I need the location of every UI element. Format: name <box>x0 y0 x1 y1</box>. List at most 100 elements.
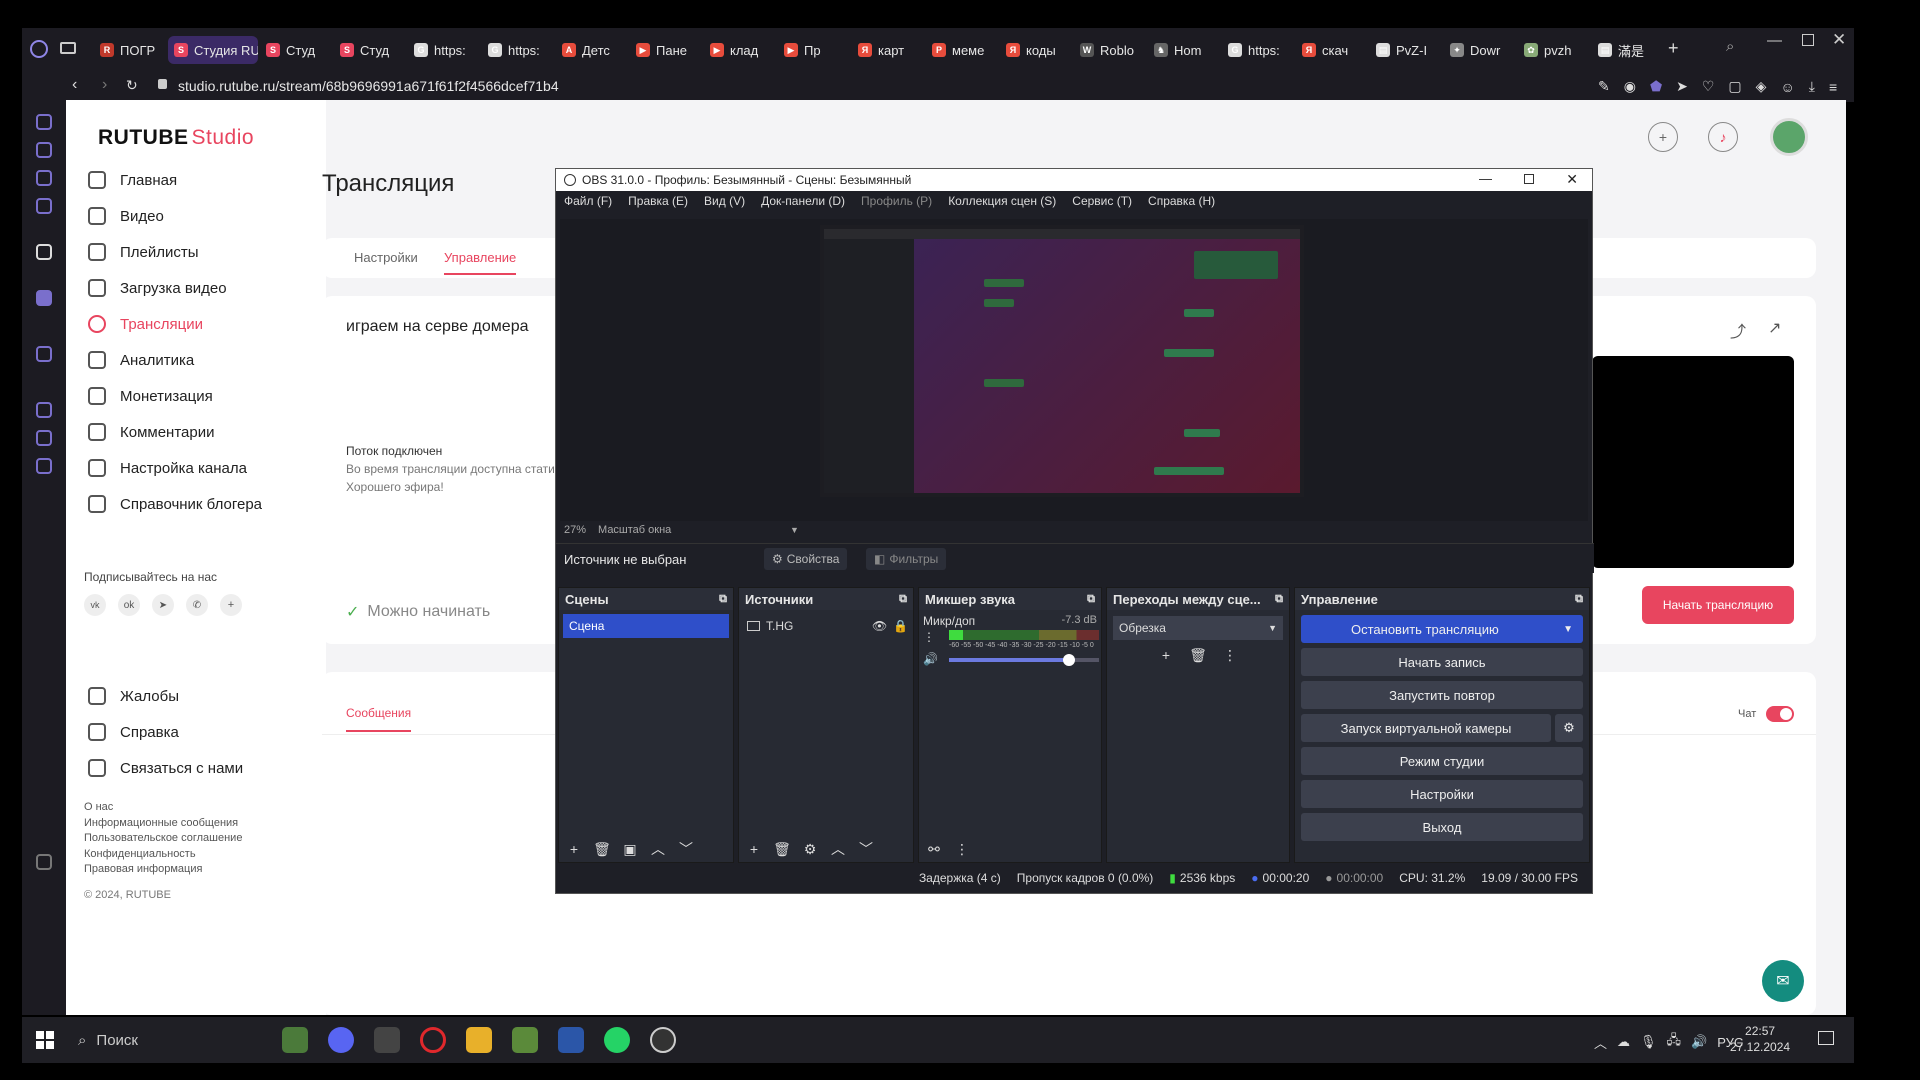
sidebar-aria-icon[interactable] <box>36 244 52 260</box>
start-recording-button[interactable]: Начать запись <box>1301 648 1583 676</box>
browser-tab[interactable]: Ghttps: <box>1222 36 1294 64</box>
open-external-icon[interactable]: ↗ <box>1768 318 1781 338</box>
chevron-down-icon[interactable]: ﹀ <box>677 840 695 858</box>
obs-menu-item[interactable]: Профиль (P) <box>861 194 932 208</box>
volume-slider[interactable] <box>949 654 1099 666</box>
tab-menu-icon[interactable] <box>60 42 76 54</box>
rutube-logo[interactable]: RUTUBE Studio <box>98 126 254 150</box>
obs-menu-item[interactable]: Справка (H) <box>1148 194 1215 208</box>
trash-icon[interactable]: 🗑 <box>1189 646 1207 664</box>
opera-logo-icon[interactable] <box>30 40 48 58</box>
block-game-icon[interactable] <box>512 1027 538 1053</box>
chevron-up-icon[interactable]: ︿ <box>1594 1033 1607 1052</box>
viber-icon[interactable]: ✆ <box>186 594 208 616</box>
sidebar-monitor-icon[interactable] <box>36 170 52 186</box>
support-chat-button[interactable]: ✉ <box>1762 960 1804 1002</box>
link-icon[interactable]: ⚯ <box>925 840 943 858</box>
vk-icon[interactable]: vk <box>84 594 106 616</box>
forward-button[interactable]: › <box>102 76 107 94</box>
menu-icon[interactable]: ≡ <box>1829 79 1837 95</box>
download-icon[interactable]: ⤓ <box>1809 78 1815 95</box>
browser-tab[interactable]: Ghttps: <box>408 36 480 64</box>
add-source-button[interactable]: + <box>745 840 763 858</box>
add-content-button[interactable]: + <box>1648 122 1678 152</box>
undock-icon[interactable]: ⧉ <box>719 593 727 606</box>
heart-icon[interactable]: ♡ <box>1702 78 1715 95</box>
menu-dots-icon[interactable]: ⋮ <box>953 840 971 858</box>
browser-tab[interactable]: Pмеме <box>926 36 998 64</box>
add-scene-button[interactable]: + <box>565 840 583 858</box>
browser-tab[interactable]: W Roblo <box>1074 36 1146 64</box>
zoom-mode-select[interactable]: Масштаб окна <box>598 524 778 536</box>
minecraft-icon[interactable] <box>282 1027 308 1053</box>
rutube-app-icon[interactable] <box>466 1027 492 1053</box>
settings-button[interactable]: Настройки <box>1301 780 1583 808</box>
chevron-down-icon[interactable]: ﹀ <box>857 840 875 858</box>
browser-tab[interactable]: S Студия RU <box>168 36 258 64</box>
exit-button[interactable]: Выход <box>1301 813 1583 841</box>
telegram-icon[interactable]: ➤ <box>152 594 174 616</box>
more-social-icon[interactable]: + <box>220 594 242 616</box>
obs-menu-item[interactable]: Вид (V) <box>704 194 745 208</box>
maximize-window-button[interactable] <box>1802 34 1814 46</box>
obs-taskbar-icon[interactable] <box>650 1027 676 1053</box>
nav-item-home[interactable]: Главная <box>66 162 326 198</box>
virtual-camera-button[interactable]: Запуск виртуальной камеры <box>1301 714 1551 742</box>
obs-menu-item[interactable]: Файл (F) <box>564 194 612 208</box>
browser-tab[interactable]: ▶ Пр <box>778 36 850 64</box>
undock-icon[interactable]: ⧉ <box>1575 593 1583 606</box>
chat-toggle[interactable] <box>1766 706 1794 722</box>
start-stream-button[interactable]: Начать трансляцию <box>1642 586 1794 624</box>
share-icon[interactable]: ⤴ <box>1730 318 1746 342</box>
browser-tab[interactable]: A Детс <box>556 36 628 64</box>
browser-tab[interactable]: ▶ клад <box>704 36 776 64</box>
nav-item-contact[interactable]: Связаться с нами <box>66 750 326 786</box>
nav-item-video[interactable]: Видео <box>66 198 326 234</box>
properties-button[interactable]: ⚙ Свойства <box>764 548 848 570</box>
browser-tab[interactable]: ♞ Hom <box>1148 36 1220 64</box>
cloud-icon[interactable]: ☁ <box>1617 1034 1630 1050</box>
chevron-down-icon[interactable]: ▼ <box>790 525 799 535</box>
chevron-up-icon[interactable]: ︿ <box>649 840 667 858</box>
file-manager-icon[interactable] <box>558 1027 584 1053</box>
notifications-bell-icon[interactable]: ♪ <box>1708 122 1738 152</box>
shield-icon[interactable]: ⬟ <box>1650 78 1662 95</box>
nav-item-channel-settings[interactable]: Настройка канала <box>66 450 326 486</box>
browser-tab[interactable]: ✿ pvzh <box>1518 36 1590 64</box>
gear-icon[interactable]: ⚙ <box>801 840 819 858</box>
user-icon[interactable]: ☺ <box>1780 79 1794 95</box>
menu-dots-icon[interactable]: ⋮ <box>1221 646 1239 664</box>
mic-icon[interactable]: 🎙 <box>1640 1034 1657 1050</box>
sidebar-cube-icon[interactable] <box>36 430 52 446</box>
nav-item-streams[interactable]: Трансляции <box>66 306 326 342</box>
sidebar-twitch-icon[interactable] <box>36 290 52 306</box>
windows-start-icon[interactable] <box>36 1031 54 1049</box>
obs-menu-item[interactable]: Сервис (T) <box>1072 194 1132 208</box>
browser-tab[interactable]: Яскач <box>1296 36 1368 64</box>
trash-icon[interactable]: 🗑 <box>593 840 611 858</box>
browser-tab[interactable]: Ghttps: <box>482 36 554 64</box>
whatsapp-icon[interactable] <box>604 1027 630 1053</box>
browser-tab[interactable]: ▶ Пане <box>630 36 702 64</box>
network-icon[interactable]: 🖧 <box>1667 1031 1682 1053</box>
tab-messages[interactable]: Сообщения <box>346 706 412 732</box>
source-item[interactable]: T.HG 👁 🔒 <box>743 614 909 638</box>
nav-item-analytics[interactable]: Аналитика <box>66 342 326 378</box>
filters-button[interactable]: ◧ Фильтры <box>866 548 947 570</box>
browser-tab[interactable]: ▤ PvZ-I <box>1370 36 1442 64</box>
close-window-button[interactable]: ✕ <box>1832 30 1846 50</box>
browser-tab[interactable]: S Студ <box>334 36 406 64</box>
cube-icon[interactable]: ◈ <box>1756 78 1767 95</box>
chevron-up-icon[interactable]: ︿ <box>829 840 847 858</box>
nav-item-blogger-guide[interactable]: Справочник блогера <box>66 486 326 522</box>
avatar[interactable] <box>1770 118 1808 156</box>
obs-menu-item[interactable]: Правка (E) <box>628 194 688 208</box>
obs-minimize-button[interactable]: — <box>1479 171 1492 186</box>
scene-filter-icon[interactable]: ▣ <box>621 840 639 858</box>
undock-icon[interactable]: ⧉ <box>1275 593 1283 606</box>
obs-close-button[interactable]: ✕ <box>1566 171 1578 188</box>
nav-item-upload[interactable]: Загрузка видео <box>66 270 326 306</box>
obs-menu-item[interactable]: Коллекция сцен (S) <box>948 194 1056 208</box>
camera-icon[interactable]: ◉ <box>1624 78 1636 95</box>
footer-link[interactable]: Правовая информация <box>84 862 242 878</box>
